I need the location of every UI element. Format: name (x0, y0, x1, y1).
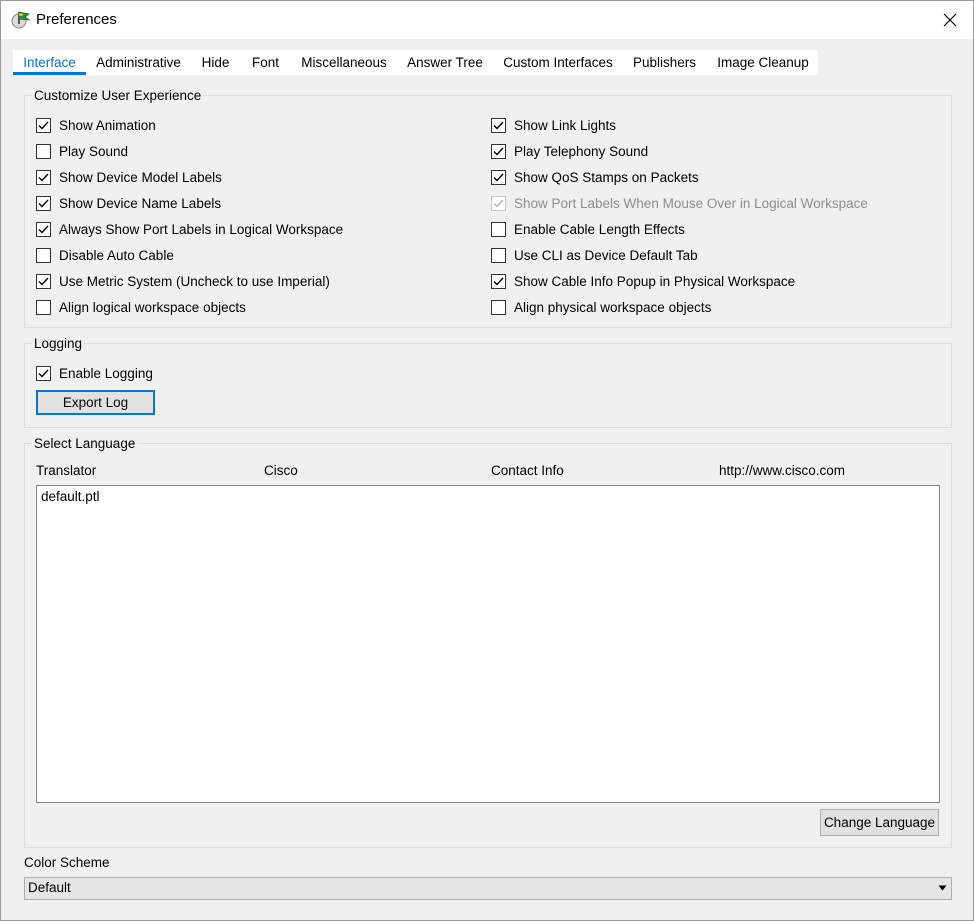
checkbox-box (36, 273, 51, 289)
show-port-labels-mouse-over-checkbox: Show Port Labels When Mouse Over in Logi… (491, 194, 868, 212)
checkbox-label: Disable Auto Cable (59, 247, 174, 263)
checkbox-box (36, 221, 51, 237)
checkbox-label: Always Show Port Labels in Logical Works… (59, 221, 344, 237)
language-list[interactable]: default.ptl (36, 485, 940, 803)
checkmark-icon (493, 147, 504, 156)
customize-group-title: Customize User Experience (32, 88, 204, 103)
checkbox-label: Show Device Name Labels (59, 195, 222, 211)
translator-label: Translator (36, 463, 97, 478)
enable-logging-checkbox[interactable]: Enable Logging (36, 364, 153, 382)
checkmark-icon (38, 199, 49, 208)
checkbox-label: Show Link Lights (514, 117, 617, 133)
checkbox-box (36, 247, 51, 263)
tab-bar: Interface Administrative Hide Font Misce… (13, 50, 818, 75)
color-scheme-label: Color Scheme (24, 855, 110, 870)
show-device-name-labels-checkbox[interactable]: Show Device Name Labels (36, 194, 221, 212)
tab-custom-interfaces[interactable]: Custom Interfaces (498, 50, 618, 75)
checkmark-icon (493, 121, 504, 130)
checkbox-box (36, 195, 51, 211)
language-group-title: Select Language (32, 436, 138, 451)
tab-hide[interactable]: Hide (193, 50, 238, 75)
disable-auto-cable-checkbox[interactable]: Disable Auto Cable (36, 246, 174, 264)
contact-info-label: Contact Info (491, 463, 564, 478)
checkbox-box (36, 117, 51, 133)
checkbox-box (491, 195, 506, 211)
tab-publishers[interactable]: Publishers (627, 50, 702, 75)
tab-administrative[interactable]: Administrative (91, 50, 186, 75)
checkbox-label: Align physical workspace objects (514, 299, 712, 315)
checkbox-box (491, 169, 506, 185)
checkbox-box (36, 169, 51, 185)
tab-answer-tree[interactable]: Answer Tree (402, 50, 488, 75)
checkbox-label: Use CLI as Device Default Tab (514, 247, 698, 263)
checkbox-box (491, 143, 506, 159)
tab-font[interactable]: Font (245, 50, 286, 75)
list-item[interactable]: default.ptl (41, 489, 100, 504)
checkbox-label: Play Sound (59, 143, 129, 159)
show-qos-stamps-checkbox[interactable]: Show QoS Stamps on Packets (491, 168, 699, 186)
align-logical-workspace-checkbox[interactable]: Align logical workspace objects (36, 298, 246, 316)
checkbox-label: Show QoS Stamps on Packets (514, 169, 699, 185)
checkbox-box (491, 221, 506, 237)
show-device-model-labels-checkbox[interactable]: Show Device Model Labels (36, 168, 222, 186)
checkbox-box (491, 273, 506, 289)
checkbox-label: Show Device Model Labels (59, 169, 222, 185)
checkmark-icon (38, 277, 49, 286)
show-link-lights-checkbox[interactable]: Show Link Lights (491, 116, 616, 134)
checkbox-label: Play Telephony Sound (514, 143, 649, 159)
checkbox-label: Use Metric System (Uncheck to use Imperi… (59, 273, 330, 289)
checkbox-label: Enable Logging (59, 365, 153, 381)
checkmark-icon (38, 225, 49, 234)
checkmark-icon (493, 199, 504, 208)
checkmark-icon (493, 277, 504, 286)
checkmark-icon (493, 173, 504, 182)
checkbox-label: Show Cable Info Popup in Physical Worksp… (514, 273, 796, 289)
checkmark-icon (38, 369, 49, 378)
checkbox-box (491, 247, 506, 263)
checkbox-box (491, 117, 506, 133)
play-telephony-sound-checkbox[interactable]: Play Telephony Sound (491, 142, 648, 160)
change-language-button[interactable]: Change Language (820, 809, 939, 836)
enable-cable-length-effects-checkbox[interactable]: Enable Cable Length Effects (491, 220, 685, 238)
checkbox-label: Align logical workspace objects (59, 299, 246, 315)
checkbox-label: Show Animation (59, 117, 156, 133)
checkbox-box (36, 143, 51, 159)
show-animation-checkbox[interactable]: Show Animation (36, 116, 156, 134)
checkmark-icon (38, 121, 49, 130)
checkmark-icon (38, 173, 49, 182)
play-sound-checkbox[interactable]: Play Sound (36, 142, 128, 160)
close-button[interactable] (927, 1, 973, 39)
checkbox-box (36, 365, 51, 381)
dropdown-arrow-icon (938, 885, 947, 891)
use-metric-system-checkbox[interactable]: Use Metric System (Uncheck to use Imperi… (36, 272, 330, 290)
app-icon (11, 11, 31, 29)
checkbox-box (491, 299, 506, 315)
use-cli-default-tab-checkbox[interactable]: Use CLI as Device Default Tab (491, 246, 698, 264)
always-show-port-labels-checkbox[interactable]: Always Show Port Labels in Logical Works… (36, 220, 343, 238)
tab-miscellaneous[interactable]: Miscellaneous (295, 50, 393, 75)
checkbox-label: Enable Cable Length Effects (514, 221, 685, 237)
translator-value: Cisco (264, 463, 298, 478)
color-scheme-value: Default (28, 880, 71, 895)
tab-image-cleanup[interactable]: Image Cleanup (711, 50, 815, 75)
checkbox-label: Show Port Labels When Mouse Over in Logi… (514, 195, 868, 211)
logging-group-title: Logging (32, 336, 85, 351)
preferences-window: Preferences Interface Administrative Hid… (0, 0, 974, 921)
window-title: Preferences (36, 11, 117, 28)
align-physical-workspace-checkbox[interactable]: Align physical workspace objects (491, 298, 711, 316)
close-icon (943, 13, 957, 27)
show-cable-info-popup-checkbox[interactable]: Show Cable Info Popup in Physical Worksp… (491, 272, 795, 290)
logging-group (24, 343, 952, 428)
contact-info-value: http://www.cisco.com (719, 463, 846, 478)
export-log-button[interactable]: Export Log (36, 390, 155, 415)
title-bar: Preferences (1, 1, 973, 39)
color-scheme-select[interactable]: Default (24, 877, 952, 900)
checkbox-box (36, 299, 51, 315)
